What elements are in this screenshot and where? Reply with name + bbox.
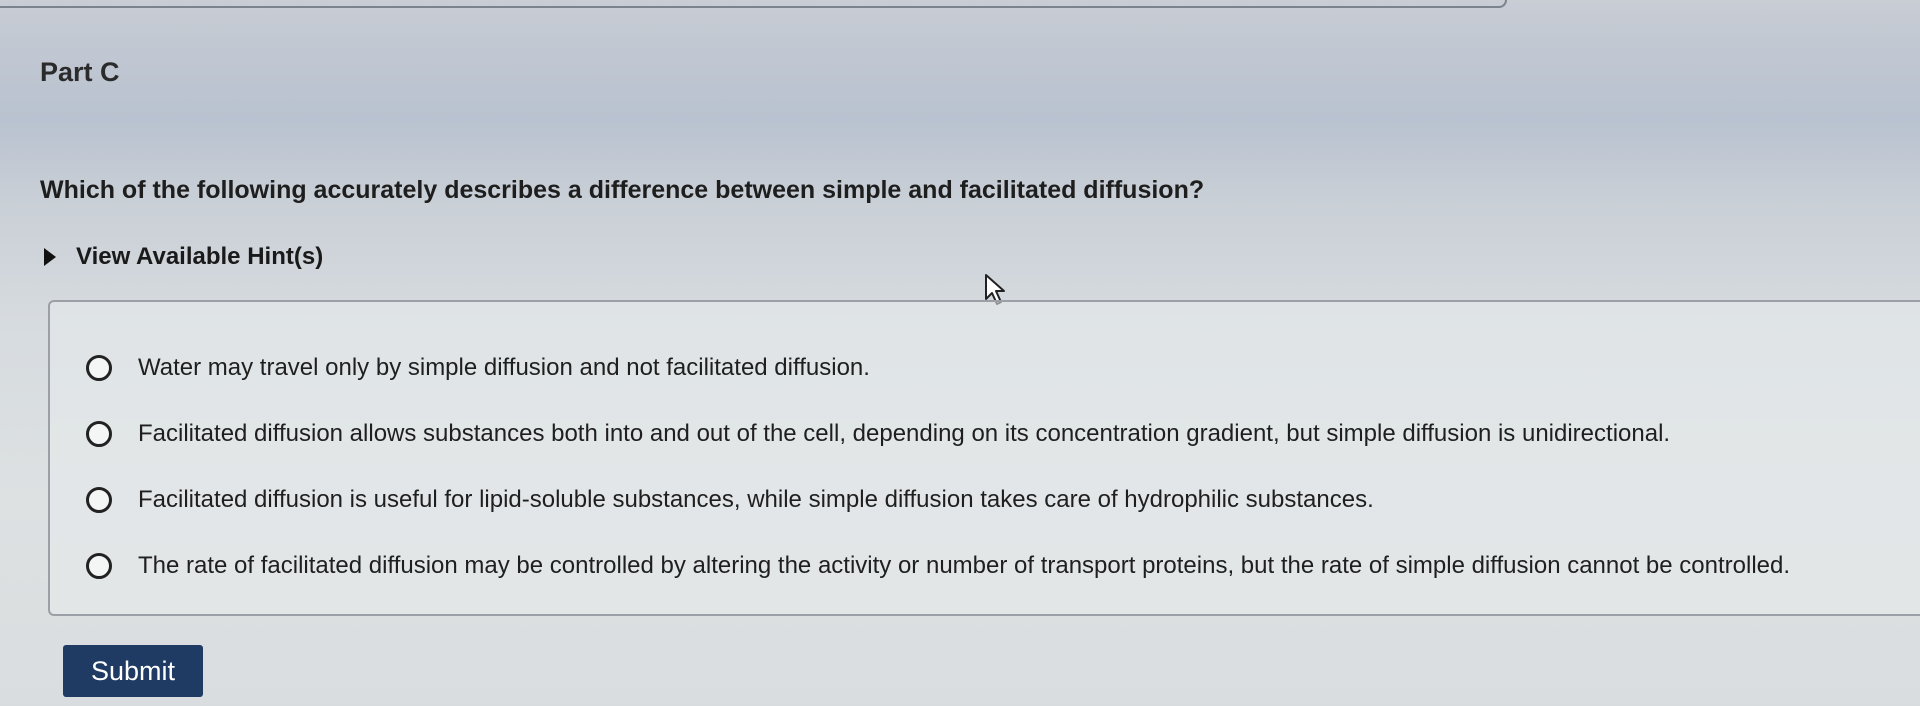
radio-button[interactable]	[86, 487, 112, 513]
answer-choices-box: Water may travel only by simple diffusio…	[48, 300, 1920, 616]
radio-button[interactable]	[86, 421, 112, 447]
question-text: Which of the following accurately descri…	[40, 176, 1205, 204]
choice-option-3[interactable]: Facilitated diffusion is useful for lipi…	[86, 486, 1374, 514]
triangle-right-icon	[44, 248, 56, 266]
choice-label: Water may travel only by simple diffusio…	[138, 354, 870, 381]
choice-label: The rate of facilitated diffusion may be…	[138, 552, 1791, 579]
view-hints-label: View Available Hint(s)	[76, 243, 324, 270]
submit-button[interactable]: Submit	[63, 645, 203, 697]
choice-label: Facilitated diffusion is useful for lipi…	[138, 486, 1374, 513]
radio-button[interactable]	[86, 355, 112, 381]
choice-label: Facilitated diffusion allows substances …	[138, 420, 1671, 447]
radio-button[interactable]	[86, 553, 112, 579]
choice-option-2[interactable]: Facilitated diffusion allows substances …	[86, 420, 1670, 448]
top-panel-frame	[0, 0, 1507, 8]
choice-option-4[interactable]: The rate of facilitated diffusion may be…	[86, 552, 1790, 580]
view-hints-toggle[interactable]: View Available Hint(s)	[44, 243, 323, 271]
choice-option-1[interactable]: Water may travel only by simple diffusio…	[86, 354, 870, 382]
part-title: Part C	[40, 57, 120, 87]
